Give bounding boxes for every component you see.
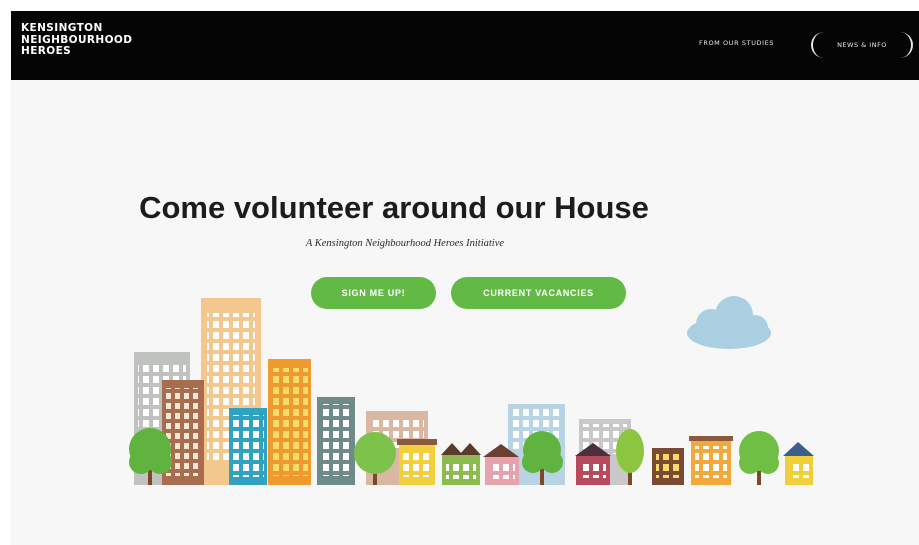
city-skyline-illustration — [129, 296, 814, 485]
tree-icon — [739, 431, 779, 485]
house-icon — [441, 443, 481, 485]
house-icon — [783, 442, 814, 485]
cloud-icon — [687, 296, 771, 349]
page: KENSINGTON NEIGHBOURHOOD HEROES FROM OUR… — [11, 11, 919, 545]
house-icon — [652, 448, 684, 485]
house-icon — [397, 439, 437, 485]
house-icon — [689, 436, 733, 485]
